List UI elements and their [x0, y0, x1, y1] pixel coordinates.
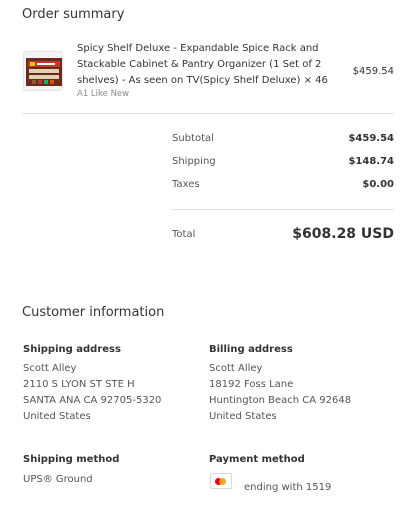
mastercard-icon	[210, 473, 232, 489]
payment-method-value: ending with 1519	[244, 482, 332, 493]
shipping-method-heading: Shipping method	[23, 454, 120, 465]
payment-method-heading: Payment method	[209, 454, 305, 465]
product-price: $459.54	[352, 66, 394, 77]
shipping-address-line1: 2110 S LYON ST STE H	[23, 379, 135, 390]
shipping-address-country: United States	[23, 411, 91, 422]
totals-divider	[172, 209, 394, 210]
taxes-label: Taxes	[172, 179, 200, 190]
billing-address-name: Scott Alley	[209, 363, 263, 374]
billing-address-heading: Billing address	[209, 344, 293, 355]
product-variant: A1 Like New	[77, 89, 130, 99]
subtotal-value: $459.54	[348, 133, 394, 144]
billing-address-line2: Huntington Beach CA 92648	[209, 395, 352, 406]
shipping-address-heading: Shipping address	[23, 344, 121, 355]
product-title: Spicy Shelf Deluxe - Expandable Spice Ra…	[77, 43, 328, 86]
subtotal-label: Subtotal	[172, 133, 214, 144]
shipping-method-value: UPS® Ground	[23, 474, 93, 485]
total-value: $608.28 USD	[292, 226, 394, 242]
order-summary-title: Order summary	[22, 7, 125, 22]
total-label: Total	[172, 229, 196, 240]
product-image-icon	[23, 51, 63, 91]
shipping-label: Shipping	[172, 156, 216, 167]
billing-address-country: United States	[209, 411, 277, 422]
shipping-address-name: Scott Alley	[23, 363, 77, 374]
customer-information-title: Customer information	[22, 305, 165, 320]
shipping-address-line2: SANTA ANA CA 92705-5320	[23, 395, 162, 406]
shipping-value: $148.74	[348, 156, 394, 167]
taxes-value: $0.00	[362, 179, 394, 190]
billing-address-line1: 18192 Foss Lane	[209, 379, 294, 390]
item-divider	[22, 113, 394, 114]
